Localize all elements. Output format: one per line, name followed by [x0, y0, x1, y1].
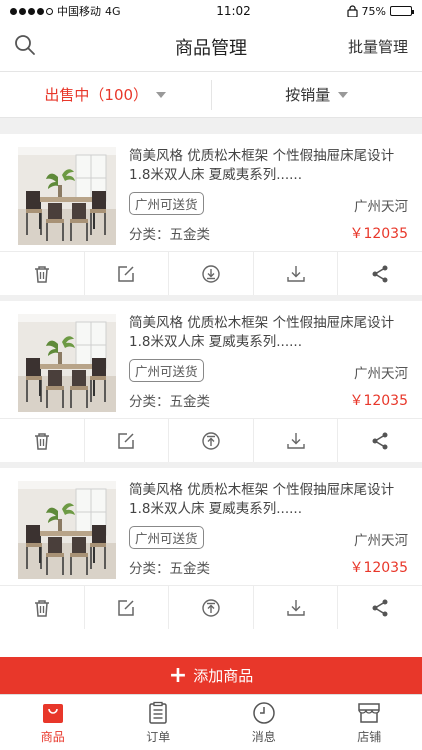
section-gap [0, 118, 422, 134]
edit-icon [116, 264, 136, 284]
caret-down-icon [338, 91, 349, 98]
product-title: 简美风格 优质松木框架 个性假抽屉床尾设计 1.8米双人床 夏威夷系列.....… [129, 482, 395, 517]
share-icon [370, 431, 390, 451]
carrier-label: 中国移动 [57, 5, 101, 18]
product-card[interactable]: 简美风格 优质松木框架 个性假抽屉床尾设计 1.8米双人床 夏威夷系列.....… [0, 468, 422, 629]
network-label: 4G [105, 4, 121, 18]
product-actions [0, 585, 422, 629]
status-filter-dropdown[interactable]: 出售中（100） [0, 84, 211, 105]
share-button[interactable] [338, 586, 422, 629]
add-product-label: 添加商品 [193, 667, 254, 685]
clock-icon [252, 701, 276, 725]
order-icon [146, 701, 170, 725]
product-price: ￥12035 [349, 226, 408, 242]
product-thumbnail [18, 147, 116, 245]
plus-icon: + [168, 662, 188, 688]
status-filter-label: 出售中（100） [44, 86, 149, 104]
download-icon [286, 431, 306, 451]
delete-icon [32, 431, 52, 451]
tab-order[interactable]: 订单 [106, 695, 212, 750]
tab-label: 消息 [251, 729, 276, 744]
put-up-icon [201, 431, 221, 451]
delete-icon [32, 598, 52, 618]
tab-label: 商品 [40, 729, 65, 744]
download-icon [286, 598, 306, 618]
product-location: 广州天河 [354, 533, 408, 549]
nav-bar: 商品管理 批量管理 [0, 22, 422, 72]
share-icon [370, 598, 390, 618]
delivery-tag: 广州可送货 [129, 526, 204, 549]
signal-icon [10, 7, 53, 15]
share-button[interactable] [338, 419, 422, 462]
edit-button[interactable] [85, 419, 170, 462]
put-up-button[interactable] [169, 586, 254, 629]
edit-button[interactable] [85, 252, 170, 295]
product-location: 广州天河 [354, 366, 408, 382]
tab-label: 订单 [146, 729, 171, 744]
product-thumbnail [18, 481, 116, 579]
product-title: 简美风格 优质松木框架 个性假抽屉床尾设计 1.8米双人床 夏威夷系列.....… [129, 148, 395, 183]
product-info: 简美风格 优质松木框架 个性假抽屉床尾设计 1.8米双人床 夏威夷系列.....… [129, 481, 408, 585]
status-bar: 中国移动 4G 11:02 75% [0, 0, 422, 22]
product-card-body[interactable]: 简美风格 优质松木框架 个性假抽屉床尾设计 1.8米双人床 夏威夷系列.....… [0, 134, 422, 251]
tab-bar: 商品 订单 消息 店铺 [0, 694, 422, 750]
batch-manage-button[interactable]: 批量管理 [348, 36, 408, 57]
product-price: ￥12035 [349, 560, 408, 576]
tab-label: 店铺 [357, 729, 382, 744]
product-title: 简美风格 优质松木框架 个性假抽屉床尾设计 1.8米双人床 夏威夷系列.....… [129, 315, 395, 350]
delete-button[interactable] [0, 586, 85, 629]
delete-icon [32, 264, 52, 284]
bag-icon [41, 701, 65, 725]
delivery-tag: 广州可送货 [129, 359, 204, 382]
shop-icon [357, 701, 381, 725]
delete-button[interactable] [0, 252, 85, 295]
delete-button[interactable] [0, 419, 85, 462]
tab-bag[interactable]: 商品 [0, 695, 106, 750]
download-button[interactable] [254, 252, 339, 295]
delivery-tag: 广州可送货 [129, 192, 204, 215]
search-icon[interactable] [14, 34, 36, 60]
product-actions [0, 251, 422, 295]
product-card[interactable]: 简美风格 优质松木框架 个性假抽屉床尾设计 1.8米双人床 夏威夷系列.....… [0, 134, 422, 295]
filter-bar: 出售中（100） 按销量 [0, 72, 422, 118]
product-category: 分类：五金类 [129, 394, 210, 410]
tab-clock[interactable]: 消息 [211, 695, 317, 750]
sort-filter-dropdown[interactable]: 按销量 [212, 84, 422, 105]
product-category: 分类：五金类 [129, 561, 210, 577]
edit-icon [116, 598, 136, 618]
product-location: 广州天河 [354, 199, 408, 215]
lock-icon [346, 5, 358, 17]
status-right: 75% [346, 4, 414, 18]
put-up-icon [201, 598, 221, 618]
edit-button[interactable] [85, 586, 170, 629]
product-thumbnail [18, 314, 116, 412]
product-card-body[interactable]: 简美风格 优质松木框架 个性假抽屉床尾设计 1.8米双人床 夏威夷系列.....… [0, 301, 422, 418]
product-info: 简美风格 优质松木框架 个性假抽屉床尾设计 1.8米双人床 夏威夷系列.....… [129, 147, 408, 251]
take-down-icon [201, 264, 221, 284]
product-card[interactable]: 简美风格 优质松木框架 个性假抽屉床尾设计 1.8米双人床 夏威夷系列.....… [0, 301, 422, 462]
share-icon [370, 264, 390, 284]
download-button[interactable] [254, 419, 339, 462]
take-down-button[interactable] [169, 252, 254, 295]
product-actions [0, 418, 422, 462]
battery-icon [389, 6, 414, 16]
share-button[interactable] [338, 252, 422, 295]
product-info: 简美风格 优质松木框架 个性假抽屉床尾设计 1.8米双人床 夏威夷系列.....… [129, 314, 408, 418]
download-icon [286, 264, 306, 284]
caret-down-icon [156, 91, 167, 98]
product-price: ￥12035 [349, 393, 408, 409]
battery-percent: 75% [361, 4, 386, 18]
tab-shop[interactable]: 店铺 [317, 695, 422, 750]
edit-icon [116, 431, 136, 451]
put-up-button[interactable] [169, 419, 254, 462]
download-button[interactable] [254, 586, 339, 629]
sort-filter-label: 按销量 [285, 86, 331, 104]
product-category: 分类：五金类 [129, 227, 210, 243]
time-label: 11:02 [216, 4, 251, 18]
product-card-body[interactable]: 简美风格 优质松木框架 个性假抽屉床尾设计 1.8米双人床 夏威夷系列.....… [0, 468, 422, 585]
product-list: 简美风格 优质松木框架 个性假抽屉床尾设计 1.8米双人床 夏威夷系列.....… [0, 134, 422, 629]
status-left: 中国移动 4G [10, 3, 121, 19]
add-product-button[interactable]: + 添加商品 [0, 657, 422, 694]
